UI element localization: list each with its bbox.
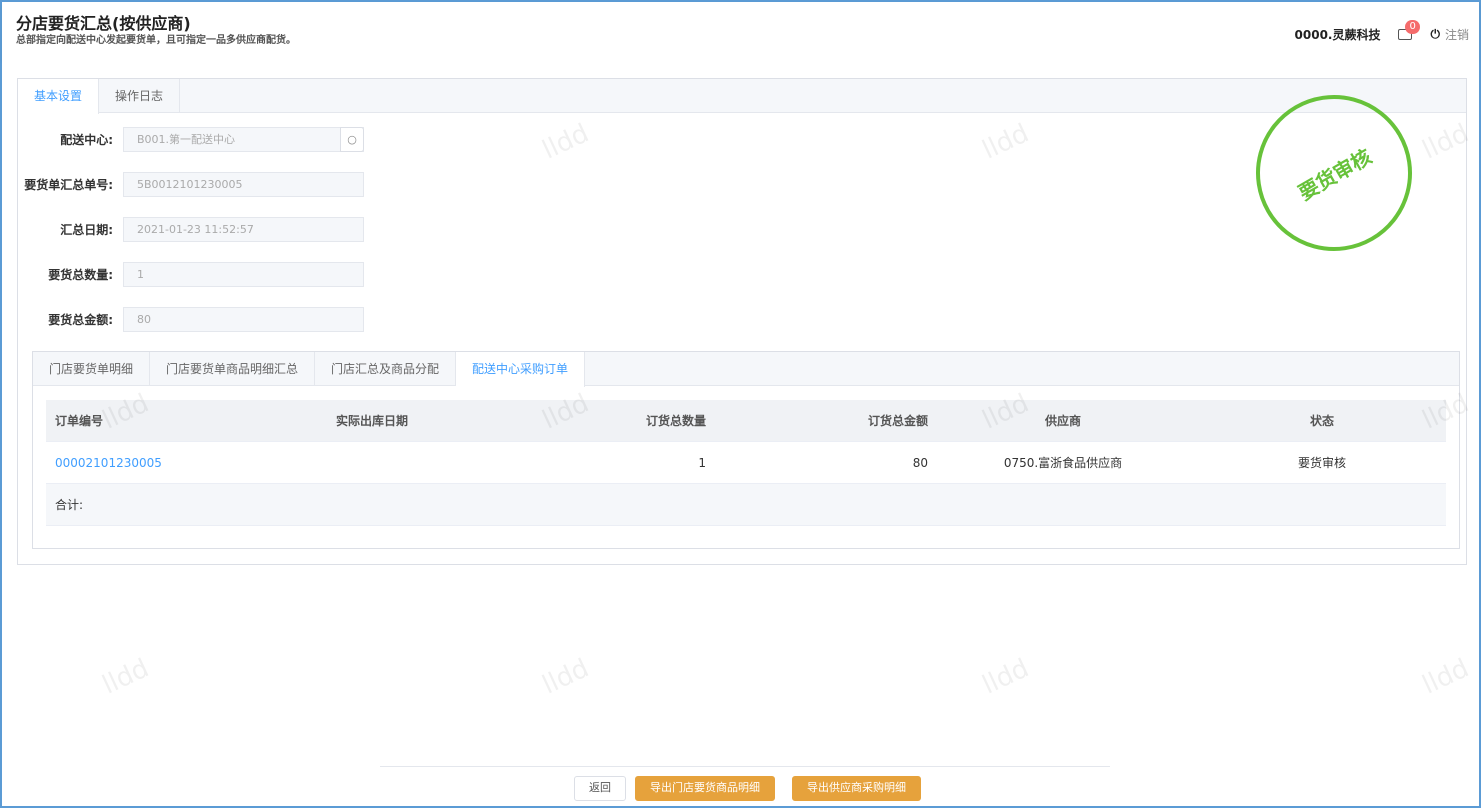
mail-icon[interactable]: 0 bbox=[1398, 20, 1420, 40]
subtab-store-item-summary[interactable]: 门店要货单商品明细汇总 bbox=[150, 352, 316, 385]
summary-no-input[interactable]: 5B0012101230005 bbox=[123, 172, 364, 197]
label-summary-no: 要货单汇总单号: bbox=[24, 178, 113, 192]
col-order-no: 订单编号 bbox=[55, 414, 104, 428]
power-icon: ⏻ bbox=[1430, 27, 1440, 41]
label-total-qty: 要货总数量: bbox=[48, 268, 113, 282]
footer-divider bbox=[380, 766, 1110, 767]
total-amount-input[interactable]: 80 bbox=[123, 307, 364, 332]
label-distribution-center: 配送中心: bbox=[60, 133, 113, 147]
search-icon[interactable]: ○ bbox=[340, 127, 364, 152]
logout-button[interactable]: ⏻ 注销 bbox=[1430, 26, 1469, 43]
purchase-order-table: 订单编号 实际出库日期 订货总数量 订货总金额 供应商 状态 000021012… bbox=[46, 400, 1446, 526]
main-card: 基本设置 操作日志 配送中心: B001.第一配送中心 ○ 要货单汇总单号: 5B00… bbox=[17, 66, 1467, 565]
subtab-purchase-orders[interactable]: 配送中心采购订单 bbox=[456, 352, 586, 387]
order-no-link[interactable]: 00002101230005 bbox=[46, 456, 336, 470]
page-subtitle: 总部指定向配送中心发起要货单，且可指定一品多供应商配货。 bbox=[16, 35, 296, 46]
qty: 1 bbox=[698, 455, 706, 470]
table-row: 00002101230005 1 80 0750.富浙食品供应商 要货审核 bbox=[46, 442, 1446, 484]
logout-label: 注销 bbox=[1444, 28, 1469, 42]
col-supplier: 供应商 bbox=[1044, 414, 1081, 428]
back-button[interactable]: 返回 bbox=[574, 776, 626, 801]
tab-operation-log[interactable]: 操作日志 bbox=[99, 79, 181, 112]
export-supplier-purchase-button[interactable]: 导出供应商采购明细 bbox=[792, 776, 921, 801]
distribution-center-input[interactable]: B001.第一配送中心 ○ bbox=[123, 127, 364, 152]
tab-basic-settings[interactable]: 基本设置 bbox=[18, 79, 100, 114]
subtab-store-orders[interactable]: 门店要货单明细 bbox=[33, 352, 151, 385]
col-ship-date: 实际出库日期 bbox=[336, 414, 409, 428]
notification-badge: 0 bbox=[1405, 20, 1420, 34]
export-store-items-button[interactable]: 导出门店要货商品明细 bbox=[635, 776, 775, 801]
label-total-amount: 要货总金额: bbox=[48, 313, 113, 327]
col-status: 状态 bbox=[1309, 414, 1334, 428]
page-header: 分店要货汇总(按供应商) 总部指定向配送中心发起要货单，且可指定一品多供应商配货… bbox=[2, 2, 1479, 60]
distribution-center-value: B001.第一配送中心 bbox=[137, 133, 236, 146]
summary-date-input[interactable]: 2021-01-23 11:52:57 bbox=[123, 217, 364, 242]
label-summary-date: 汇总日期: bbox=[60, 223, 113, 237]
total-label: 合计: bbox=[55, 498, 84, 512]
col-amount: 订货总金额 bbox=[867, 414, 928, 428]
amount: 80 bbox=[912, 455, 928, 470]
total-qty-input[interactable]: 1 bbox=[123, 262, 364, 287]
status: 要货审核 bbox=[1297, 456, 1346, 470]
subtab-store-allocation[interactable]: 门店汇总及商品分配 bbox=[315, 352, 457, 385]
col-qty: 订货总数量 bbox=[645, 414, 706, 428]
user-name[interactable]: 0000.灵蕨科技 bbox=[1295, 26, 1381, 43]
supplier: 0750.富浙食品供应商 bbox=[1003, 456, 1123, 470]
